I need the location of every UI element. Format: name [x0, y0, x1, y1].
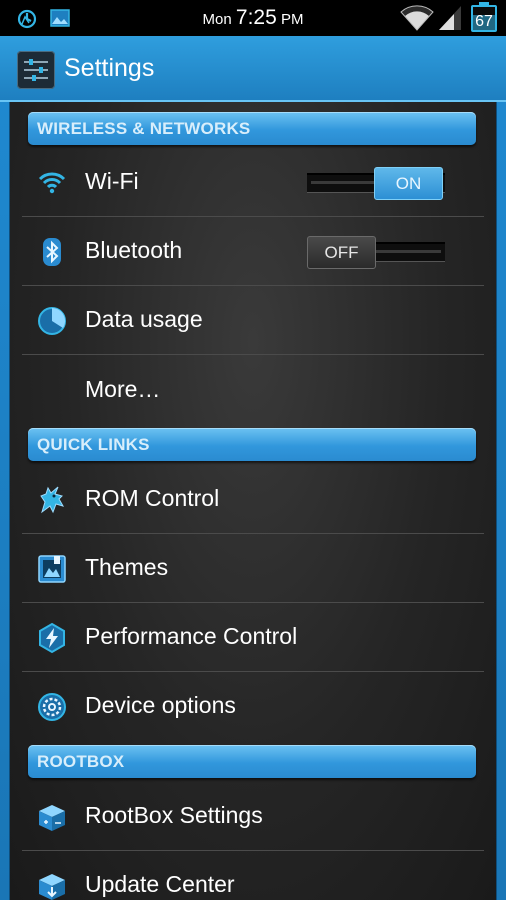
section-header-label: QUICK LINKS: [37, 435, 150, 454]
section-header-label: ROOTBOX: [37, 752, 125, 771]
bluetooth-icon: [43, 238, 61, 266]
wifi-icon: [38, 172, 66, 194]
data-usage-icon: [38, 307, 66, 335]
row-divider: [22, 671, 484, 672]
settings-item-label: Update Center: [85, 871, 235, 897]
settings-item-rom-control[interactable]: ROM Control: [22, 466, 484, 534]
settings-item-update-center[interactable]: Update Center: [22, 852, 484, 900]
battery-indicator: 67: [471, 5, 497, 32]
clock-day: Mon: [202, 11, 232, 28]
toggle-knob-off[interactable]: OFF: [307, 236, 376, 269]
toggle-knob-on[interactable]: ON: [374, 167, 443, 200]
clock-ampm: PM: [280, 11, 304, 28]
themes-icon: [38, 555, 66, 583]
section-header-rootbox: ROOTBOX: [28, 745, 476, 778]
wifi-icon: [400, 5, 434, 31]
status-bar: Mon 7:25 PM 67: [0, 0, 506, 36]
section-header-label: WIRELESS & NETWORKS: [37, 119, 251, 138]
page-title: Settings: [64, 54, 155, 82]
wifi-toggle[interactable]: ON: [307, 167, 445, 200]
settings-item-more[interactable]: More…: [22, 356, 484, 420]
row-divider: [22, 216, 484, 217]
settings-item-wifi[interactable]: Wi-Fi ON: [22, 149, 484, 217]
rootbox-icon: [39, 805, 65, 831]
performance-icon: [39, 622, 65, 654]
android-settings-screen: Mon 7:25 PM 67 Settings WIRELESS & NETWO…: [0, 0, 506, 900]
signal-icon: [439, 6, 461, 30]
bluetooth-toggle[interactable]: OFF: [307, 236, 445, 269]
settings-item-data-usage[interactable]: Data usage: [22, 287, 484, 355]
settings-item-label: Device options: [85, 692, 236, 718]
settings-item-label: Performance Control: [85, 623, 298, 649]
unicorn-icon: [40, 486, 65, 514]
battery-level-text: 67: [475, 13, 493, 30]
row-divider: [22, 354, 484, 355]
settings-item-themes[interactable]: Themes: [22, 535, 484, 603]
row-divider: [22, 850, 484, 851]
settings-item-device-options[interactable]: Device options: [22, 673, 484, 741]
settings-item-label: Wi-Fi: [85, 168, 139, 194]
section-header-wireless: WIRELESS & NETWORKS: [28, 112, 476, 145]
settings-item-label: Themes: [85, 554, 169, 580]
settings-item-label: Data usage: [85, 306, 203, 332]
settings-item-performance-control[interactable]: Performance Control: [22, 604, 484, 672]
update-icon: [39, 874, 65, 900]
settings-sliders-icon[interactable]: [17, 51, 55, 89]
settings-item-label: RootBox Settings: [85, 802, 263, 828]
row-divider: [22, 285, 484, 286]
settings-item-label: Bluetooth: [85, 237, 183, 263]
gear-icon: [38, 693, 66, 721]
section-header-quick-links: QUICK LINKS: [28, 428, 476, 461]
settings-item-bluetooth[interactable]: Bluetooth OFF: [22, 218, 484, 286]
row-divider: [22, 602, 484, 603]
row-divider: [22, 533, 484, 534]
settings-item-rootbox-settings[interactable]: RootBox Settings: [22, 783, 484, 851]
settings-item-label: ROM Control: [85, 485, 220, 511]
settings-item-label: More…: [85, 376, 161, 402]
clock-time: 7:25: [235, 6, 277, 29]
action-bar: Settings: [0, 36, 506, 102]
